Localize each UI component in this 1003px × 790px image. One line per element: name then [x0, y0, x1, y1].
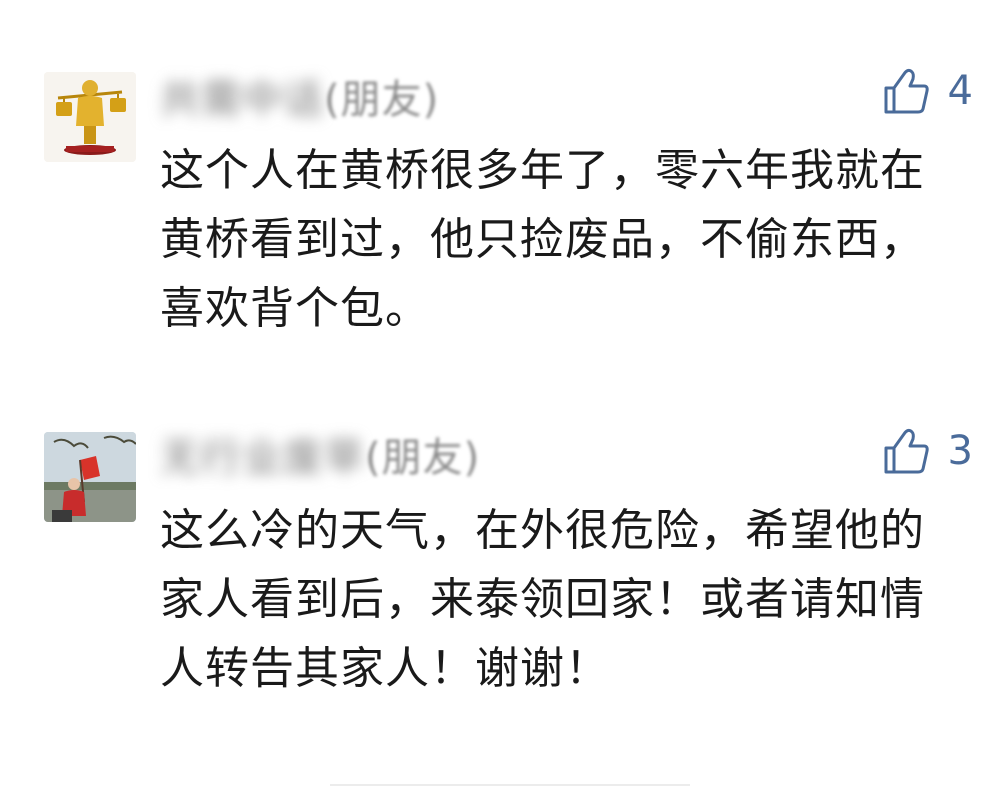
nickname-text: 共需中话 [160, 77, 324, 123]
nickname-text: 无行业废旱 [160, 435, 365, 481]
like-button[interactable]: 3 [882, 426, 973, 476]
comment-nickname[interactable]: 共需中话(朋友) [160, 76, 439, 124]
comment-nickname[interactable]: 无行业废旱(朋友) [160, 434, 480, 482]
thumbs-up-icon [884, 428, 929, 474]
comment-text: 这么冷的天气，在外很危险，希望他的家人看到后，来泰领回家！或者请知情人转告其家人… [160, 505, 925, 694]
nickname-tag: (朋友) [365, 435, 481, 481]
thumbs-up-icon [884, 68, 929, 114]
avatar[interactable] [44, 432, 136, 522]
like-count: 3 [947, 428, 973, 474]
outdoor-photo-icon [44, 432, 136, 522]
comment-text: 这个人在黄桥很多年了，零六年我就在黄桥看到过，他只捡废品，不偷东西，喜欢背个包。 [160, 145, 925, 334]
avatar[interactable] [44, 72, 136, 162]
nickname-tag: (朋友) [324, 77, 440, 123]
like-count: 4 [947, 68, 973, 114]
like-button[interactable]: 4 [882, 66, 973, 116]
bottom-divider [330, 784, 690, 786]
golden-figurine-icon [44, 72, 136, 162]
